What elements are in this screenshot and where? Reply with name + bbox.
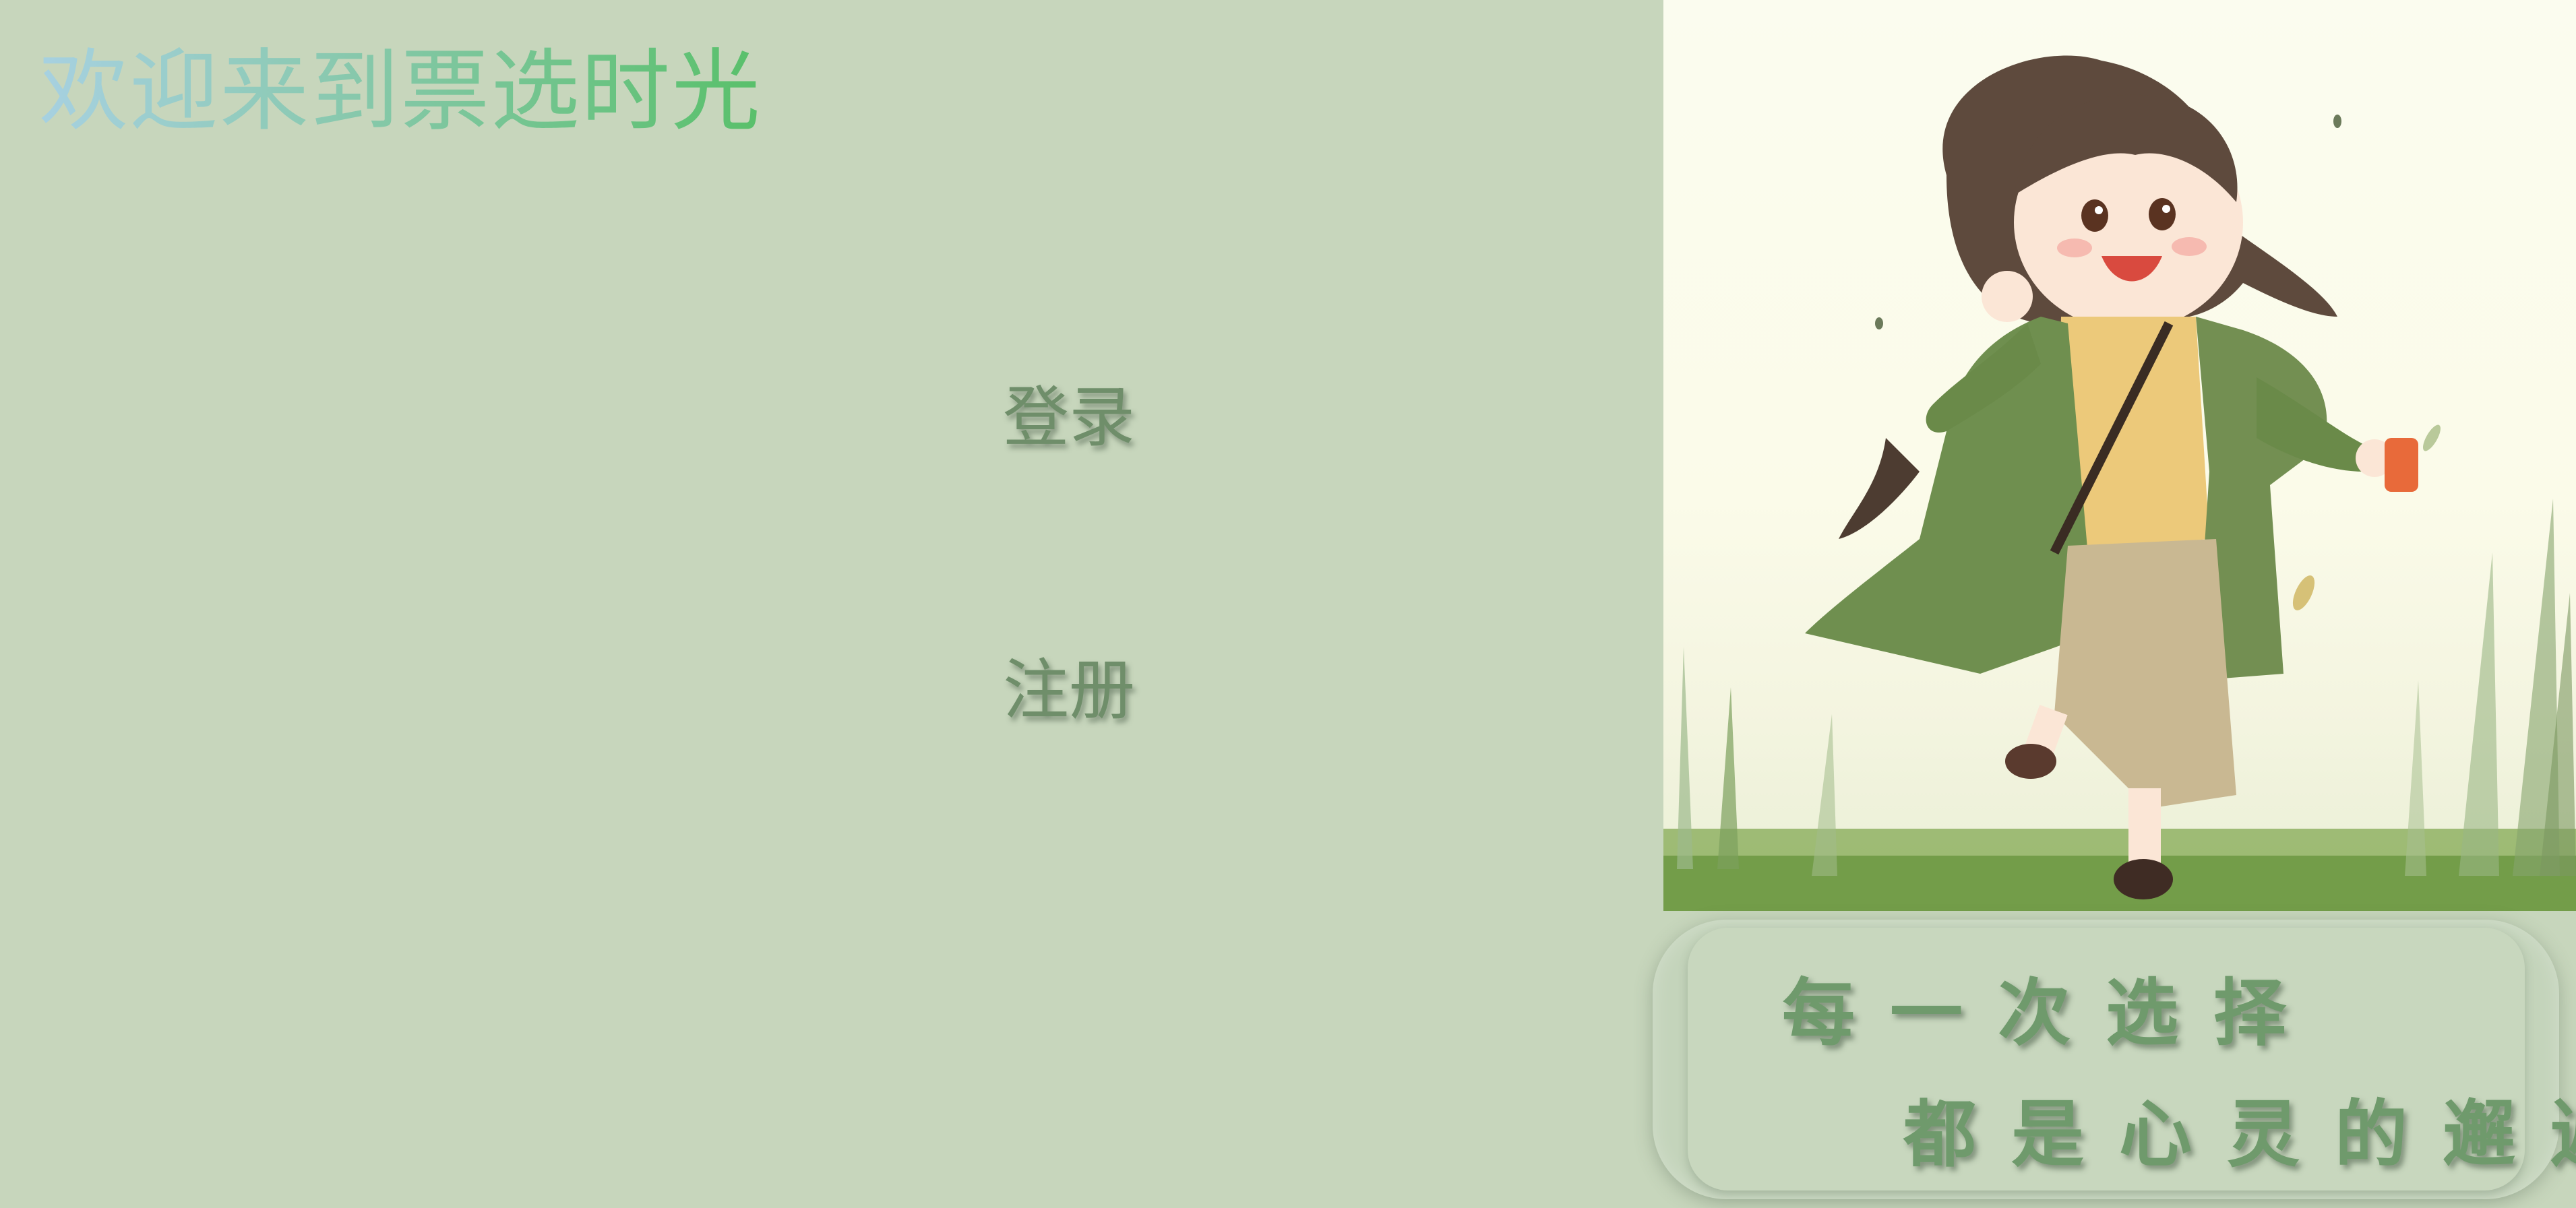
- girl-figure-icon: [1805, 55, 2418, 899]
- girl-running-illustration: [1663, 0, 2576, 911]
- slogan-inner-panel: 每一次选择 都是心灵的邂逅: [1688, 928, 2576, 1190]
- illustration-svg: [1663, 55, 2576, 911]
- slogan-line-2: 都是心灵的邂逅: [1903, 1092, 2576, 1177]
- slogan-line-1: 每一次选择: [1782, 971, 2322, 1056]
- register-link[interactable]: 注册: [1003, 637, 1135, 732]
- welcome-page: 欢迎来到票选时光 登录 注册 每一次选择 都是心灵的邂: [0, 0, 2576, 1208]
- welcome-title: 欢迎来到票选时光: [39, 40, 762, 144]
- login-link[interactable]: 登录: [1003, 364, 1135, 459]
- slogan-card: 每一次选择 都是心灵的邂逅: [1653, 920, 2576, 1199]
